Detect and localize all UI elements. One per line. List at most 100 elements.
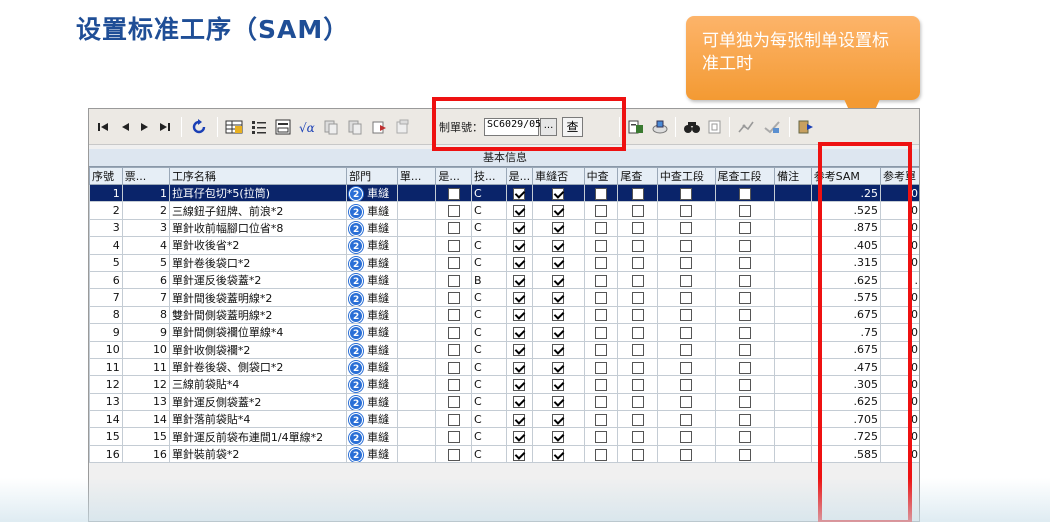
cell-end-section[interactable]	[714, 288, 776, 307]
col-header[interactable]: 票...	[121, 167, 170, 185]
checkbox[interactable]	[552, 448, 565, 461]
cell-sewing[interactable]	[532, 270, 585, 290]
cell-sewing[interactable]	[532, 218, 585, 238]
print-icon[interactable]	[625, 117, 647, 137]
cell-end-section[interactable]	[714, 305, 776, 325]
checkbox[interactable]	[680, 257, 693, 270]
checkbox[interactable]	[594, 361, 607, 374]
cell-remark[interactable]	[774, 201, 812, 220]
checkbox[interactable]	[513, 344, 526, 357]
cell-end-section[interactable]	[714, 357, 776, 377]
cell-mid-section[interactable]	[656, 183, 716, 203]
table-row[interactable]: 9 9 單針間側袋襴位單線*4 2 車縫 C .75.0	[89, 323, 919, 342]
cell-process-name[interactable]: 單針運反前袋布連間1/4單線*2	[168, 427, 348, 446]
cell-ref-unit[interactable]: .0	[879, 253, 919, 272]
order-no-input[interactable]: SC6029/05	[484, 118, 541, 136]
checkbox[interactable]	[513, 326, 526, 339]
checkbox[interactable]	[513, 413, 526, 426]
checkbox[interactable]	[680, 187, 693, 200]
cell-ref-unit[interactable]: .0	[879, 444, 919, 464]
cell-dept[interactable]: 2 車縫	[346, 218, 398, 238]
cell-process-name[interactable]: 單針間後袋蓋明線*2	[168, 288, 348, 307]
checkbox[interactable]	[594, 274, 607, 287]
cell-sewing[interactable]	[532, 201, 585, 220]
checkbox[interactable]	[552, 344, 565, 357]
col-header[interactable]: 車縫否	[532, 167, 585, 185]
cell-mid-section[interactable]	[656, 323, 716, 342]
cell-dept[interactable]: 2 車縫	[346, 253, 398, 272]
checkbox[interactable]	[447, 309, 460, 322]
cell-sewing[interactable]	[532, 305, 585, 325]
checkbox[interactable]	[631, 361, 644, 374]
checkbox[interactable]	[447, 431, 460, 444]
checkbox[interactable]	[552, 361, 565, 374]
checkbox[interactable]	[680, 396, 693, 409]
checkbox[interactable]	[447, 274, 460, 287]
checkbox[interactable]	[631, 344, 644, 357]
checkbox[interactable]	[447, 326, 460, 339]
cell-ref-unit[interactable]: .	[879, 270, 919, 290]
cell-ref-unit[interactable]: .0	[879, 323, 919, 342]
cell-skill[interactable]: C	[471, 340, 507, 359]
checkbox[interactable]	[552, 309, 565, 322]
checkbox[interactable]	[631, 187, 644, 200]
checkbox[interactable]	[631, 222, 644, 235]
cell-end-section[interactable]	[714, 392, 776, 412]
cell-flag-b[interactable]	[505, 444, 534, 464]
cell-dept[interactable]: 2 車縫	[346, 201, 398, 220]
table-row[interactable]: 13 13 單針運反側袋蓋*2 2 車縫 C .625.0	[89, 392, 919, 412]
cell-flag-a[interactable]	[435, 410, 472, 429]
checkbox[interactable]	[513, 239, 526, 252]
cell-mid-check[interactable]	[583, 410, 619, 429]
checkbox[interactable]	[552, 431, 565, 444]
checkbox[interactable]	[552, 396, 565, 409]
checkbox[interactable]	[680, 292, 693, 305]
prev-icon[interactable]	[117, 117, 133, 137]
cell-ref-sam[interactable]: .575	[810, 288, 881, 307]
cell-dept[interactable]: 2 車縫	[346, 236, 398, 255]
checkbox[interactable]	[594, 396, 607, 409]
checkbox[interactable]	[447, 257, 460, 270]
checkbox[interactable]	[594, 326, 607, 339]
cell-flag-b[interactable]	[505, 375, 534, 394]
cell-remark[interactable]	[774, 236, 812, 255]
cell-mid-section[interactable]	[656, 201, 716, 220]
checkbox[interactable]	[631, 326, 644, 339]
cell-ref-sam[interactable]: .525	[810, 201, 881, 220]
cell-ref-unit[interactable]: .0	[879, 375, 919, 394]
cell-flag-a[interactable]	[435, 357, 472, 377]
cell-remark[interactable]	[774, 444, 812, 464]
cell-ref-sam[interactable]: .25	[810, 183, 881, 203]
table-row[interactable]: 8 8 雙針間側袋蓋明線*2 2 車縫 C .675.0	[89, 305, 919, 325]
cell-dept[interactable]: 2 車縫	[346, 444, 398, 464]
next-icon[interactable]	[137, 117, 153, 137]
col-header[interactable]: 参考SAM	[810, 167, 881, 185]
cell-remark[interactable]	[774, 357, 812, 377]
checkbox[interactable]	[447, 239, 460, 252]
cell-sewing[interactable]	[532, 410, 585, 429]
cell-process-name[interactable]: 雙針間側袋蓋明線*2	[168, 305, 348, 325]
cell-remark[interactable]	[774, 375, 812, 394]
checkbox[interactable]	[680, 413, 693, 426]
cell-end-check[interactable]	[617, 236, 658, 255]
cell-flag-a[interactable]	[435, 323, 472, 342]
checkbox[interactable]	[513, 309, 526, 322]
checkbox[interactable]	[631, 309, 644, 322]
col-header[interactable]: 尾查工段	[714, 167, 776, 185]
cell-end-check[interactable]	[617, 444, 658, 464]
checkbox[interactable]	[680, 326, 693, 339]
checkbox[interactable]	[447, 378, 460, 391]
cell-end-check[interactable]	[617, 253, 658, 272]
checkbox[interactable]	[513, 222, 526, 235]
checkbox[interactable]	[513, 378, 526, 391]
cell-flag-a[interactable]	[435, 236, 472, 255]
cell-ref-sam[interactable]: .305	[810, 375, 881, 394]
cell-remark[interactable]	[774, 392, 812, 412]
cell-remark[interactable]	[774, 288, 812, 307]
cell-mid-section[interactable]	[656, 392, 716, 412]
cell-ref-unit[interactable]: .0	[879, 218, 919, 238]
formula-icon[interactable]: √α	[297, 117, 319, 137]
exit-icon[interactable]	[795, 117, 817, 137]
cell-mid-check[interactable]	[583, 201, 619, 220]
cell-ref-unit[interactable]: .0	[879, 236, 919, 255]
